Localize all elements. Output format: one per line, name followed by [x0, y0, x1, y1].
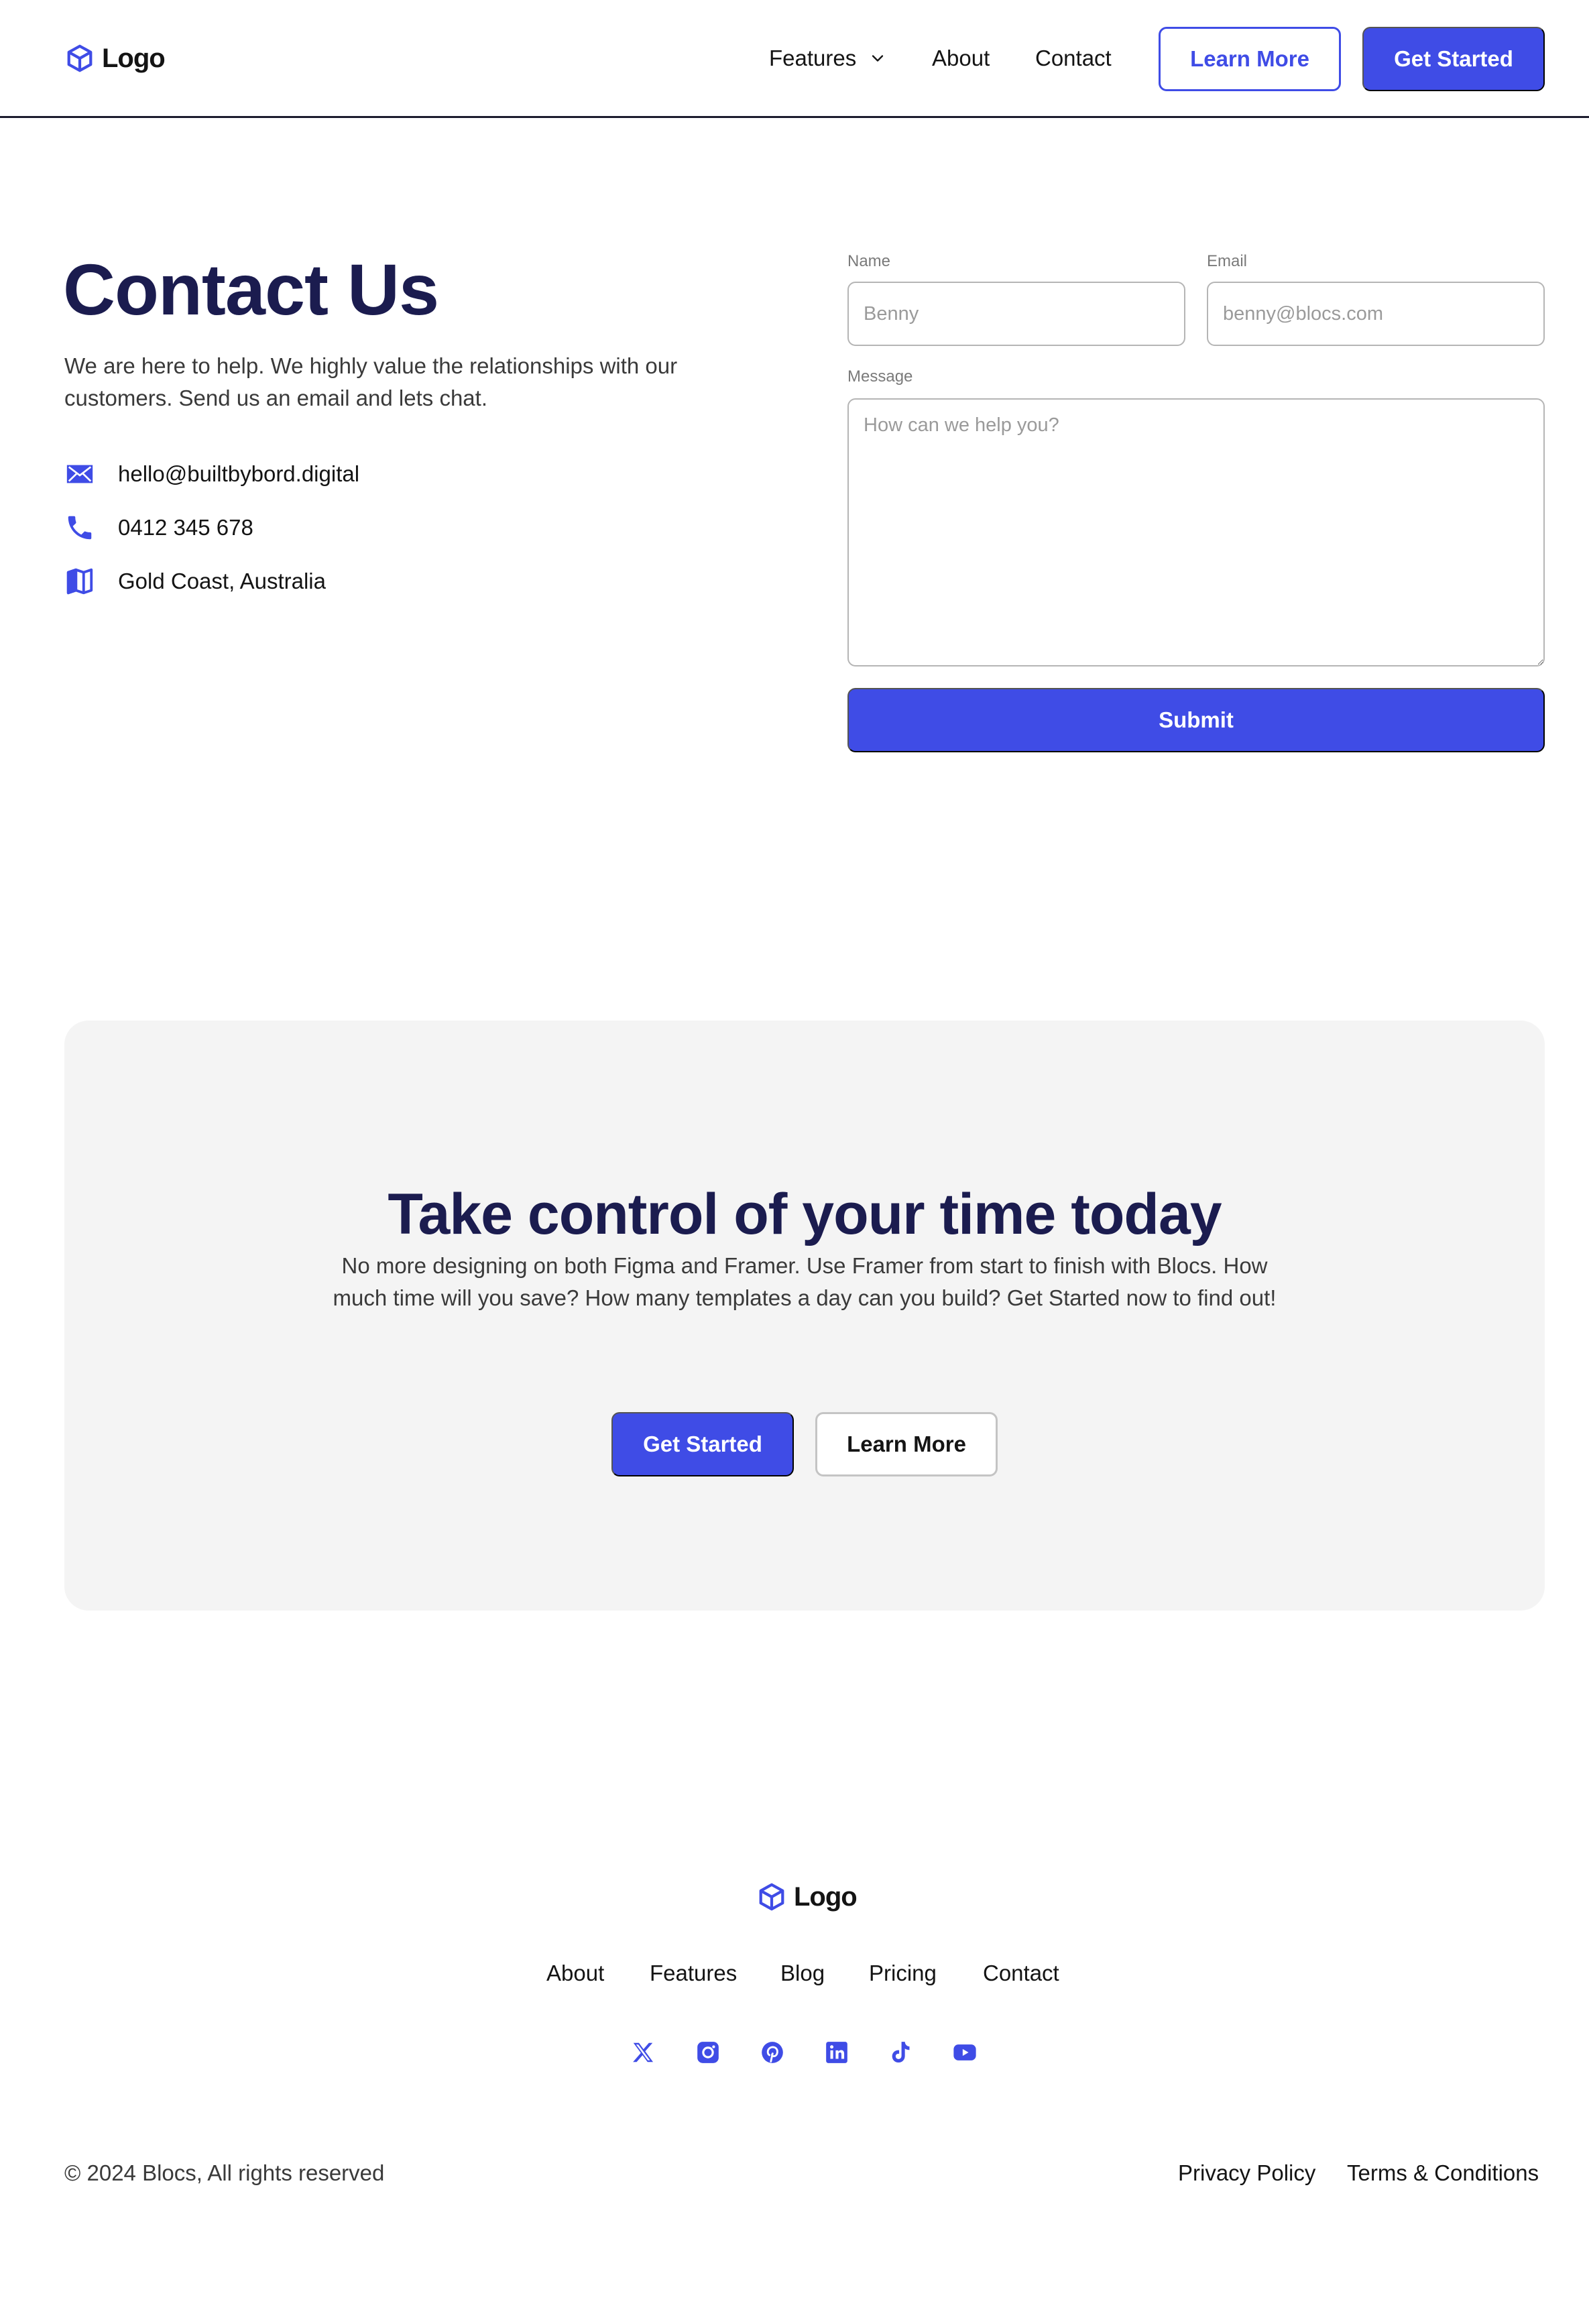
footer-nav-features[interactable]: Features: [650, 1961, 737, 1986]
mail-icon: [66, 465, 93, 483]
submit-button[interactable]: Submit: [847, 688, 1545, 752]
contact-description: We are here to help. We highly value the…: [64, 353, 678, 410]
privacy-policy-link[interactable]: Privacy Policy: [1178, 2160, 1315, 2186]
contact-email: hello@builtbybord.digital: [118, 461, 360, 486]
map-icon: [66, 568, 93, 595]
cube-logo-icon: [759, 1883, 784, 1911]
logo-text: Logo: [102, 43, 166, 73]
x-icon[interactable]: [630, 2040, 656, 2065]
contact-address-row: Gold Coast, Australia: [64, 566, 326, 597]
header-get-started-button[interactable]: Get Started: [1362, 27, 1545, 91]
header-logo[interactable]: Logo: [64, 43, 166, 74]
footer-nav-contact[interactable]: Contact: [983, 1961, 1059, 1986]
footer-nav-about[interactable]: About: [546, 1961, 604, 1986]
chevron-down-icon: [872, 55, 884, 62]
copyright-text: © 2024 Blocs, All rights reserved: [64, 2160, 385, 2185]
site-header: Logo Features About Contact Learn More G…: [0, 0, 1589, 118]
cta-title: Take control of your time today: [388, 1182, 1222, 1246]
cube-logo-icon: [67, 44, 93, 72]
contact-title: Contact Us: [63, 249, 439, 330]
nav-contact-link[interactable]: Contact: [1035, 43, 1112, 74]
terms-conditions-link[interactable]: Terms & Conditions: [1347, 2160, 1539, 2186]
footer-nav-pricing[interactable]: Pricing: [869, 1961, 937, 1986]
phone-icon: [68, 516, 92, 540]
nav-features-dropdown[interactable]: Features: [769, 43, 887, 74]
cta-get-started-button[interactable]: Get Started: [611, 1412, 794, 1476]
message-label: Message: [847, 367, 913, 386]
email-field[interactable]: [1207, 282, 1545, 346]
contact-phone: 0412 345 678: [118, 515, 253, 540]
nav-about-link[interactable]: About: [932, 43, 990, 74]
contact-phone-row: 0412 345 678: [64, 512, 253, 543]
pinterest-icon[interactable]: [760, 2040, 785, 2065]
cta-description: No more designing on both Figma and Fram…: [333, 1253, 1277, 1310]
header-learn-more-button[interactable]: Learn More: [1159, 27, 1341, 91]
contact-email-row: hello@builtbybord.digital: [64, 459, 359, 489]
nav-features-label: Features: [769, 46, 857, 70]
footer-logo-text: Logo: [794, 1881, 858, 1912]
footer-logo[interactable]: Logo: [756, 1881, 858, 1912]
youtube-icon[interactable]: [952, 2040, 978, 2065]
footer-nav-blog[interactable]: Blog: [780, 1961, 825, 1986]
instagram-icon[interactable]: [695, 2040, 721, 2065]
cta-learn-more-button[interactable]: Learn More: [815, 1412, 998, 1476]
message-field[interactable]: [847, 398, 1545, 666]
name-label: Name: [847, 252, 891, 270]
cta-section: Take control of your time today No more …: [64, 1021, 1545, 1611]
email-label: Email: [1207, 252, 1248, 270]
name-field[interactable]: [847, 282, 1185, 346]
tiktok-icon[interactable]: [888, 2040, 913, 2065]
linkedin-icon[interactable]: [824, 2040, 849, 2065]
contact-address: Gold Coast, Australia: [118, 569, 326, 593]
